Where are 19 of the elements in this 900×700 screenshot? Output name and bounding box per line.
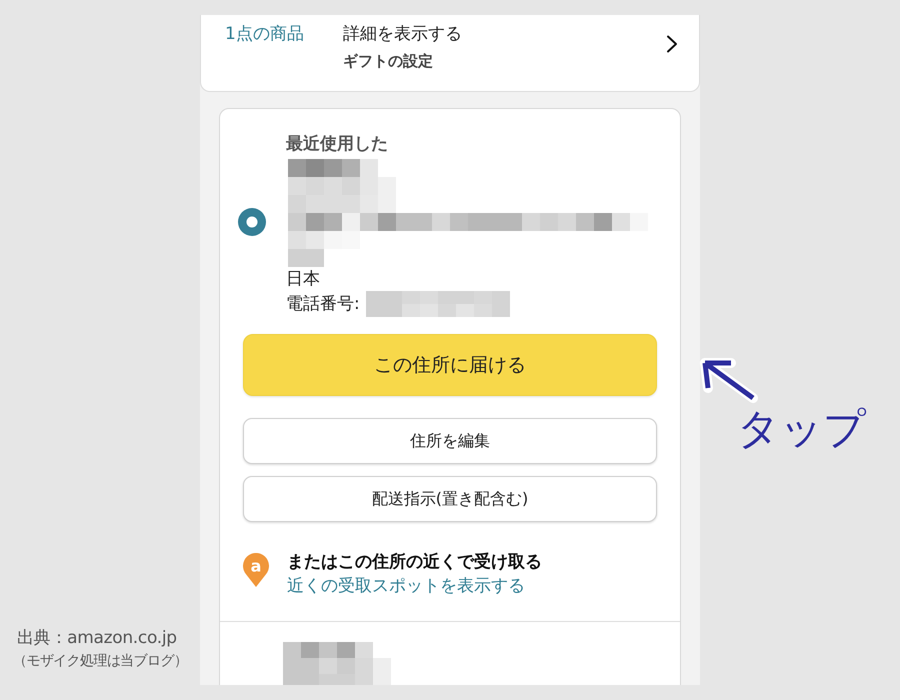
chevron-right-icon: [666, 35, 678, 53]
source-credit: 出典：amazon.co.jp: [17, 627, 178, 650]
order-summary-card[interactable]: 1点の商品 詳細を表示する ギフトの設定: [200, 15, 700, 92]
address-action-button[interactable]: 住所を編集: [243, 418, 657, 464]
address-action-button[interactable]: 配送指示(置き配含む): [243, 476, 657, 522]
gift-settings: ギフトの設定: [343, 51, 434, 72]
pickup-spots-link[interactable]: 近くの受取スポットを表示する: [287, 574, 542, 598]
radio-button[interactable]: [238, 208, 266, 236]
location-pin-icon: a: [243, 553, 269, 587]
country: 日本: [286, 268, 320, 291]
deliver-here-button[interactable]: この住所に届ける: [243, 334, 657, 396]
address-heading: 最近使用した: [286, 133, 388, 156]
annotation-arrow: [700, 358, 758, 403]
item-count: 1点の商品: [225, 23, 304, 46]
credit-note: （モザイク処理は当ブログ）: [13, 652, 188, 671]
tap-annotation: タップ: [737, 403, 868, 455]
phone-label: 電話番号:: [286, 293, 360, 316]
details-link[interactable]: 詳細を表示する: [343, 22, 462, 46]
pickup-title: またはこの住所の近くで受け取る: [287, 551, 542, 574]
